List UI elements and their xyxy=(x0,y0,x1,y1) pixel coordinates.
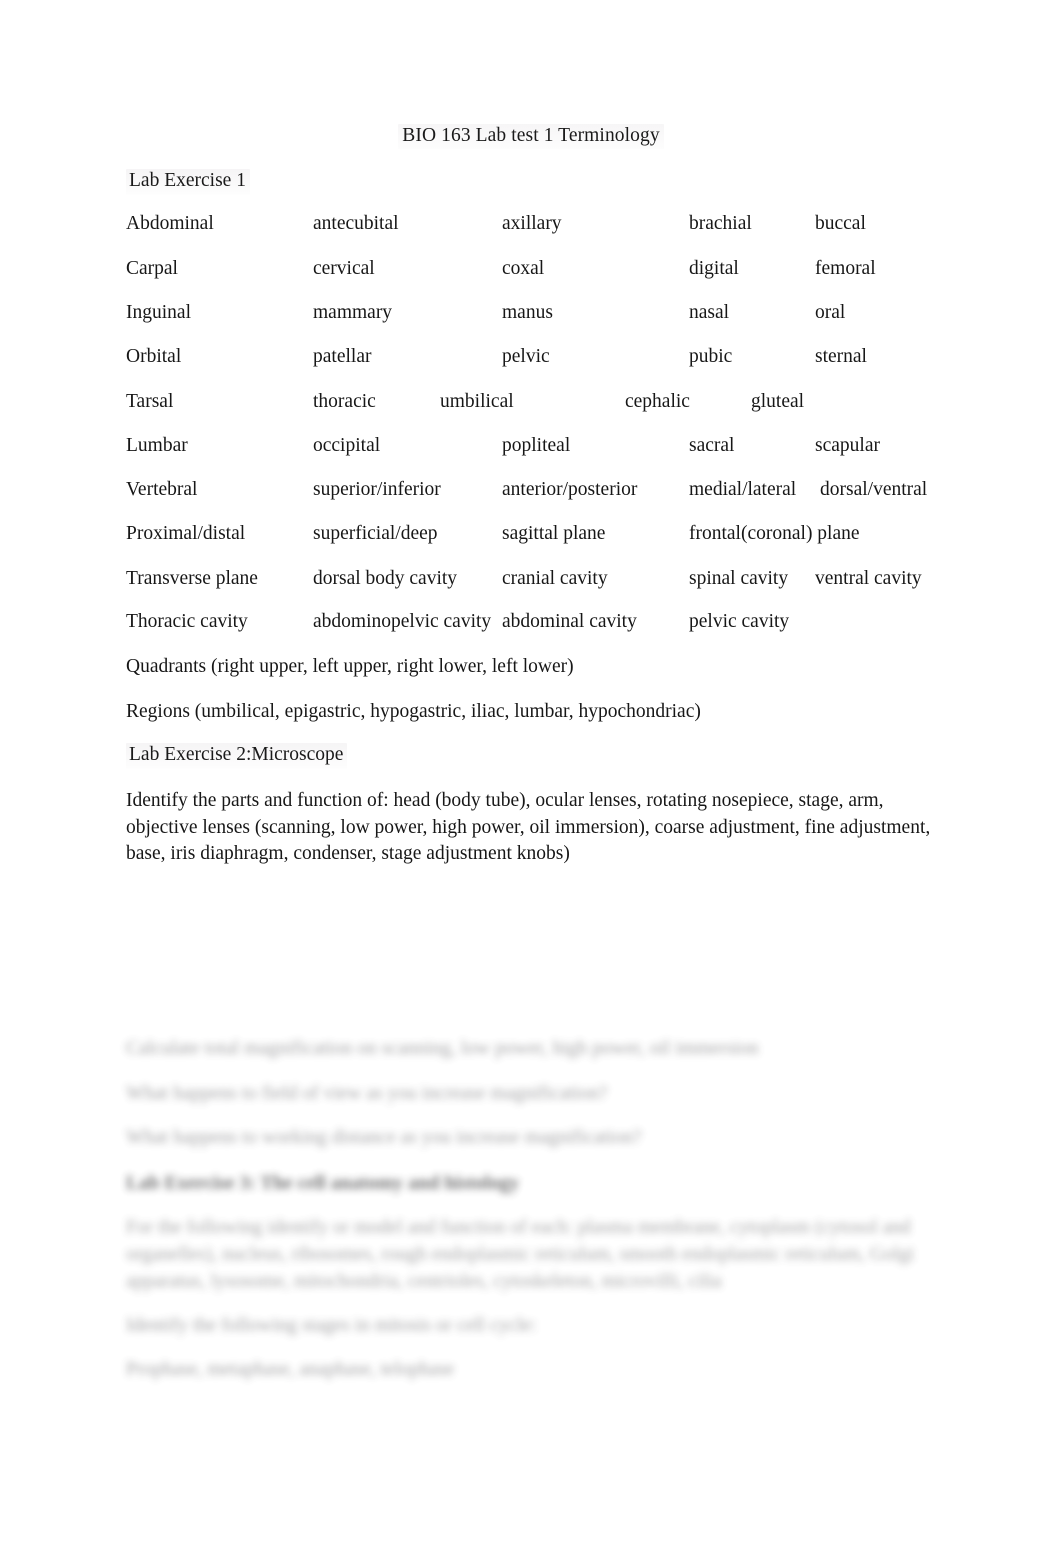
page-title-text: BIO 163 Lab test 1 Terminology xyxy=(398,124,664,149)
term-cell: scapular xyxy=(815,435,880,456)
term-cell: sternal xyxy=(815,346,867,367)
term-cell: antecubital xyxy=(313,213,399,234)
table-row: Proximal/distal superficial/deep sagitta… xyxy=(126,521,986,547)
table-row: Thoracic cavity abdominopelvic cavity ab… xyxy=(126,609,986,635)
term-cell: Transverse plane xyxy=(126,568,258,589)
obscured-line: What happens to field of view as you inc… xyxy=(126,1083,608,1104)
table-row: Abdominal antecubital axillary brachial … xyxy=(126,211,986,237)
table-row: Transverse plane dorsal body cavity cran… xyxy=(126,566,986,592)
term-cell: Abdominal xyxy=(126,213,214,234)
term-cell: coxal xyxy=(502,258,545,279)
term-cell: abdominopelvic cavity xyxy=(313,611,492,632)
term-cell: occipital xyxy=(313,435,381,456)
term-cell: dorsal/ventral xyxy=(820,479,928,500)
term-cell: frontal(coronal) plane xyxy=(689,523,860,544)
term-cell: cephalic xyxy=(625,391,690,412)
heading-lab-exercise-1-text: Lab Exercise 1 xyxy=(126,169,250,195)
paragraph-line: base, iris diaphragm, condenser, stage a… xyxy=(126,843,570,865)
term-cell: axillary xyxy=(502,213,562,234)
term-cell: patellar xyxy=(313,346,372,367)
term-cell: Lumbar xyxy=(126,435,188,456)
quadrants-line: Quadrants (right upper, left upper, righ… xyxy=(126,656,574,677)
obscured-paragraph-line: organelles), nucleus, ribosomes, rough e… xyxy=(126,1244,915,1265)
obscured-line: Calculate total magnification on scannin… xyxy=(126,1038,759,1059)
term-cell: Orbital xyxy=(126,346,182,367)
document-page: BIO 163 Lab test 1 Terminology Lab Exerc… xyxy=(0,0,1062,1556)
obscured-line: Identify the following stages in mitosis… xyxy=(126,1315,537,1336)
term-cell: umbilical xyxy=(440,391,514,412)
term-cell: Carpal xyxy=(126,258,178,279)
term-cell: superficial/deep xyxy=(313,523,438,544)
term-cell: brachial xyxy=(689,213,752,234)
obscured-text-region: Calculate total magnification on scannin… xyxy=(0,1010,1062,1430)
term-cell: cervical xyxy=(313,258,375,279)
table-row: Tarsal thoracic umbilical cephalic glute… xyxy=(126,389,986,415)
obscured-heading: Lab Exercise 3: The cell anatomy and his… xyxy=(126,1173,520,1194)
term-cell: spinal cavity xyxy=(689,568,789,589)
heading-lab-exercise-2-text: Lab Exercise 2:Microscope xyxy=(126,743,348,769)
term-cell: dorsal body cavity xyxy=(313,568,458,589)
term-cell: oral xyxy=(815,302,846,323)
term-cell: gluteal xyxy=(751,391,805,412)
term-cell: buccal xyxy=(815,213,866,234)
term-cell: nasal xyxy=(689,302,730,323)
term-cell: sacral xyxy=(689,435,735,456)
term-cell: abdominal cavity xyxy=(502,611,637,632)
heading-lab-exercise-2: Lab Exercise 2:Microscope xyxy=(126,743,348,769)
term-cell: manus xyxy=(502,302,553,323)
paragraph-line: objective lenses (scanning, low power, h… xyxy=(126,816,931,838)
obscured-line: What happens to working distance as you … xyxy=(126,1127,642,1148)
term-cell: femoral xyxy=(815,258,876,279)
term-cell: Vertebral xyxy=(126,479,198,500)
term-cell: Tarsal xyxy=(126,391,174,412)
term-cell: medial/lateral xyxy=(689,479,797,500)
table-row: Lumbar occipital popliteal sacral scapul… xyxy=(126,433,986,459)
term-cell: mammary xyxy=(313,302,393,323)
term-cell: sagittal plane xyxy=(502,523,606,544)
term-cell: pelvic xyxy=(502,346,550,367)
obscured-line: Prophase, metaphase, anaphase, telophase xyxy=(126,1359,455,1380)
term-cell: popliteal xyxy=(502,435,571,456)
paragraph-line: Identify the parts and function of: head… xyxy=(126,790,884,811)
table-row: Inguinal mammary manus nasal oral xyxy=(126,300,986,326)
term-cell: cranial cavity xyxy=(502,568,608,589)
obscured-paragraph: For the following identify or model and … xyxy=(126,1214,916,1295)
obscured-paragraph-line: apparatus, lysosome, mitochondria, centr… xyxy=(126,1271,722,1292)
term-cell: Thoracic cavity xyxy=(126,611,248,632)
table-row: Carpal cervical coxal digital femoral xyxy=(126,256,986,282)
term-cell: Proximal/distal xyxy=(126,523,246,544)
term-cell: pelvic cavity xyxy=(689,611,790,632)
term-cell: digital xyxy=(689,258,739,279)
table-row: Orbital patellar pelvic pubic sternal xyxy=(126,344,986,370)
term-cell: ventral cavity xyxy=(815,568,922,589)
regions-line: Regions (umbilical, epigastric, hypogast… xyxy=(126,701,701,722)
obscured-paragraph-line: For the following identify or model and … xyxy=(126,1217,911,1238)
page-title: BIO 163 Lab test 1 Terminology xyxy=(0,124,1062,149)
term-cell: superior/inferior xyxy=(313,479,441,500)
term-cell: thoracic xyxy=(313,391,376,412)
term-cell: anterior/posterior xyxy=(502,479,638,500)
term-cell: pubic xyxy=(689,346,733,367)
heading-lab-exercise-1: Lab Exercise 1 xyxy=(126,169,250,195)
term-cell: Inguinal xyxy=(126,302,191,323)
table-row: Vertebral superior/inferior anterior/pos… xyxy=(126,477,986,503)
microscope-parts-paragraph: Identify the parts and function of: head… xyxy=(126,788,931,868)
